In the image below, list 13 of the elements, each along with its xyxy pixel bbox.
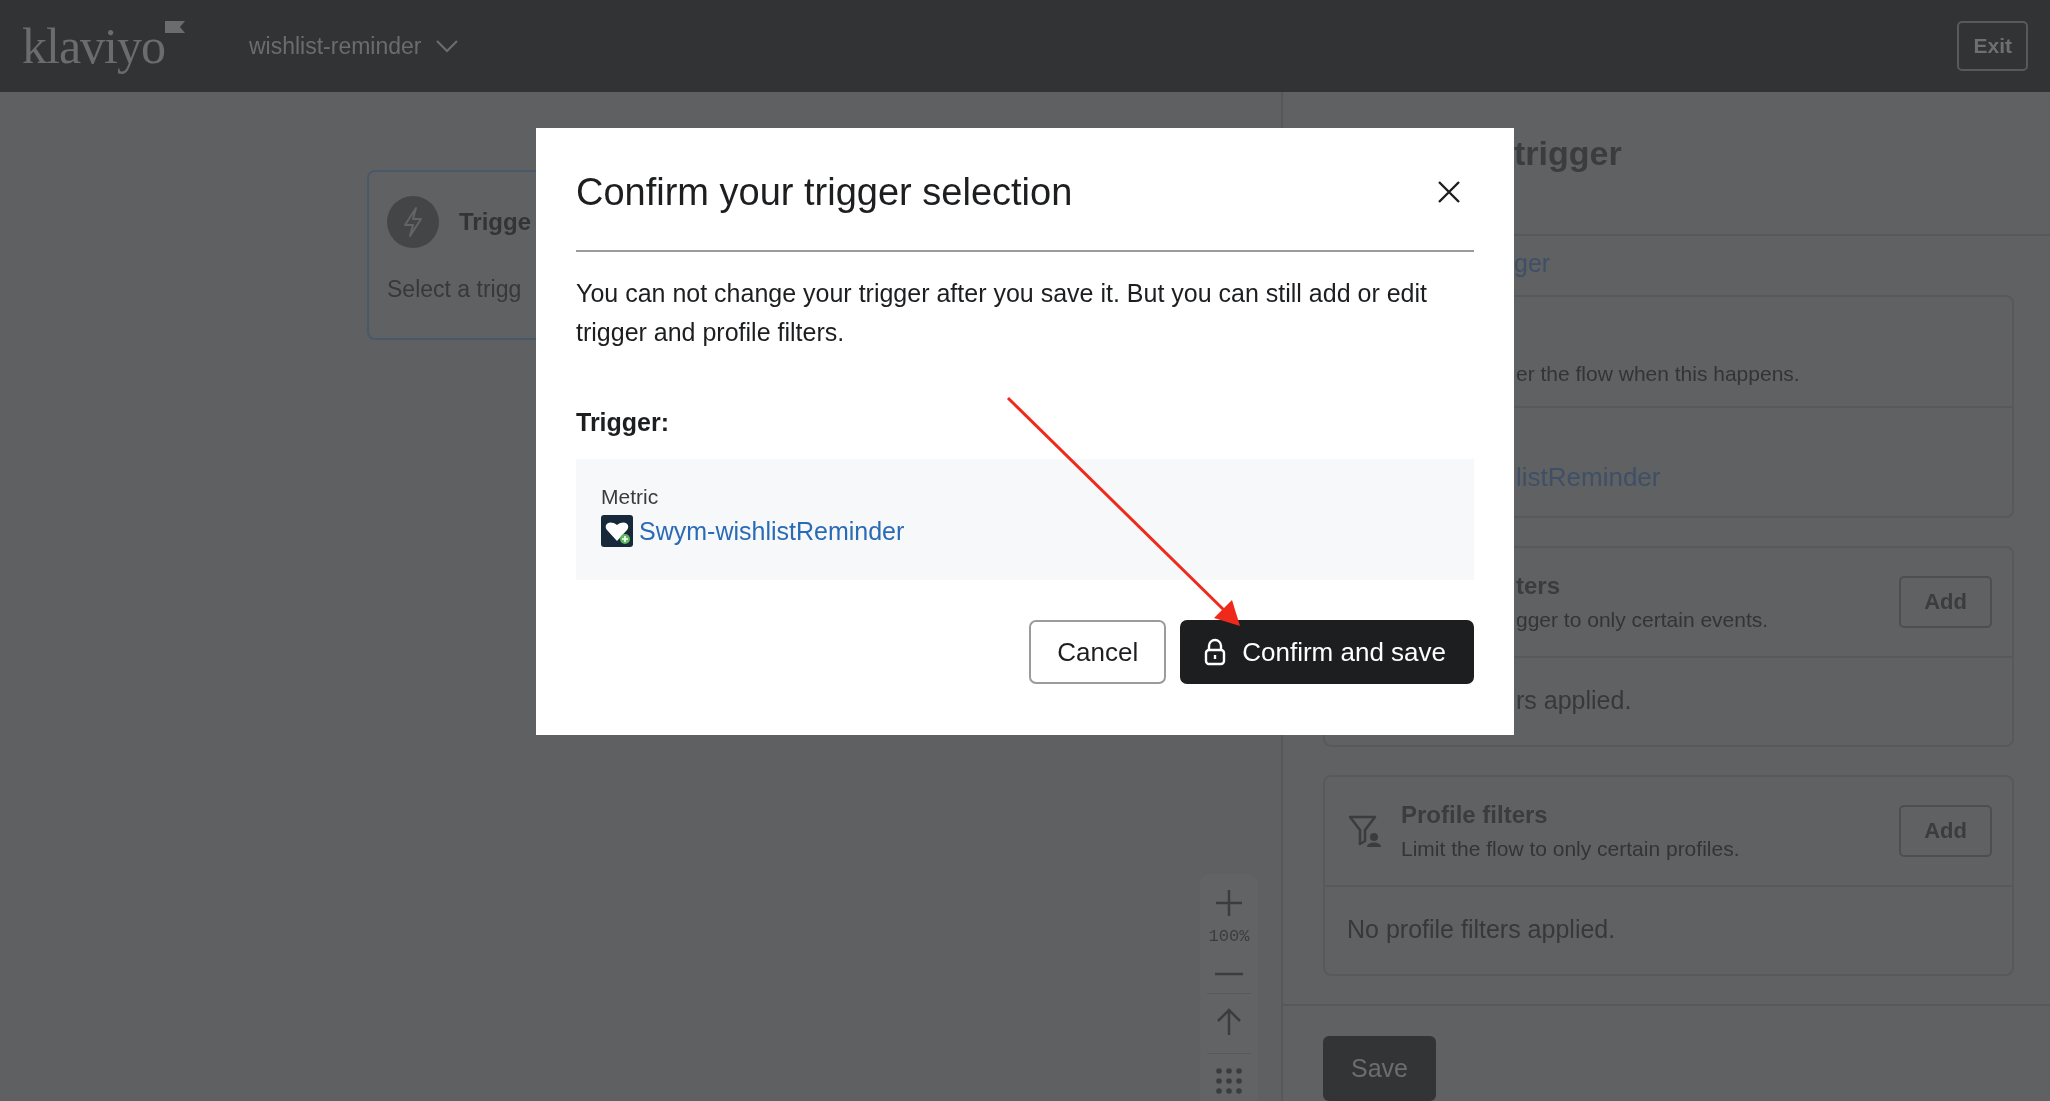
cancel-button[interactable]: Cancel xyxy=(1029,620,1167,684)
chevron-down-icon xyxy=(435,39,458,53)
confirm-button[interactable]: Confirm and save xyxy=(1180,620,1474,684)
save-button[interactable]: Save xyxy=(1323,1036,1436,1101)
bolt-icon xyxy=(387,196,439,248)
metric-link[interactable]: Swym-wishlistReminder xyxy=(639,516,905,546)
lock-icon xyxy=(1204,638,1227,666)
metric-label: Metric xyxy=(601,485,660,509)
trigger-label: Trigger: xyxy=(576,408,671,437)
grid-dots-icon[interactable] xyxy=(1216,1068,1242,1097)
funnel-person-icon xyxy=(1347,813,1383,849)
flow-dropdown[interactable]: wishlist-reminder xyxy=(249,32,458,60)
exit-button[interactable]: Exit xyxy=(1957,21,2028,71)
